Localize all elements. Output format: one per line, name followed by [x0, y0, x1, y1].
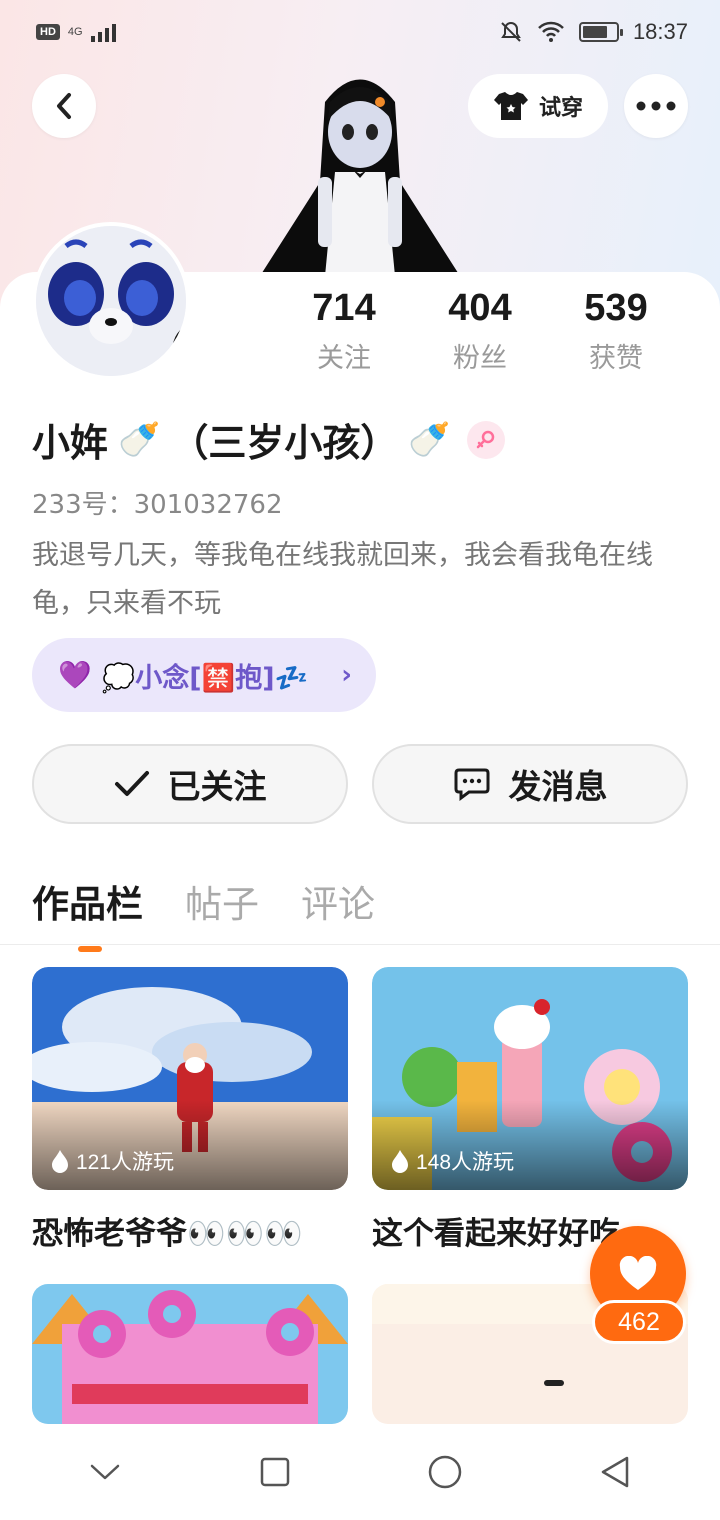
heart-icon: 💜	[58, 660, 92, 691]
try-on-label: 试穿	[538, 96, 583, 121]
game-card[interactable]: 148人游玩	[372, 967, 688, 1190]
checkmark-icon	[114, 771, 149, 796]
send-message-button[interactable]: 发消息	[372, 744, 688, 824]
stat-value: 404	[448, 287, 512, 329]
play-count-label: 121人游玩	[76, 1151, 175, 1174]
flame-icon	[52, 1150, 68, 1173]
tabs-divider	[0, 944, 720, 945]
avatar[interactable]	[32, 222, 190, 380]
avatar-image	[36, 226, 186, 376]
recent-apps-button[interactable]	[245, 1442, 305, 1502]
chat-bubble-icon	[454, 768, 489, 801]
play-count-label: 148人游玩	[416, 1151, 515, 1174]
play-count: 121人游玩	[50, 1146, 174, 1176]
profile-tabs: 作品栏 帖子 评论	[32, 874, 375, 952]
stat-value: 539	[584, 287, 648, 329]
hide-keyboard-button[interactable]	[75, 1442, 135, 1502]
more-options-button[interactable]	[624, 74, 688, 138]
chevron-down-icon	[90, 1464, 120, 1480]
crew-badge[interactable]: 💜 💭小念[🈲抱]💤 ›	[32, 638, 376, 712]
chevron-right-icon: ›	[341, 660, 352, 690]
like-button[interactable]: 462	[590, 1226, 686, 1344]
back-button[interactable]	[32, 74, 96, 138]
signal-icon	[90, 22, 116, 42]
battery-icon	[578, 22, 623, 42]
try-on-button[interactable]: 试穿	[468, 74, 608, 138]
female-gender-icon	[466, 420, 505, 459]
avatar-character-image	[260, 79, 460, 276]
stat-following[interactable]: 714 关注	[276, 284, 412, 375]
stat-likes[interactable]: 539 获赞	[548, 284, 684, 375]
stat-label: 粉丝	[453, 343, 507, 374]
heart-icon	[619, 1256, 657, 1290]
stat-label: 获赞	[589, 343, 643, 374]
game-title[interactable]: 恐怖老爷爷👀👀👀	[32, 1208, 348, 1253]
hd-indicator: HD	[36, 24, 60, 40]
more-icon	[636, 101, 676, 111]
tshirt-icon	[493, 92, 528, 120]
bio-text: 我退号几天，等我龟在线我就回来，我会看我龟在线龟，只来看不玩	[32, 540, 653, 619]
tab-works[interactable]: 作品栏	[32, 874, 143, 952]
crew-label: 💭小念[🈲抱]💤	[101, 662, 309, 694]
tab-comments[interactable]: 评论	[301, 874, 375, 928]
like-count: 462	[592, 1300, 686, 1344]
followed-button[interactable]: 已关注	[32, 744, 348, 824]
stat-label: 关注	[317, 343, 371, 374]
bottle-emoji: 🍼	[118, 419, 161, 460]
name-prefix: 小姩	[32, 421, 109, 465]
user-id: 233号：301032762	[32, 490, 283, 520]
system-navigation-bar	[0, 1424, 720, 1520]
system-back-button[interactable]	[585, 1442, 645, 1502]
back-arrow-icon	[57, 93, 71, 119]
wifi-icon	[538, 21, 564, 42]
game-card[interactable]	[32, 1284, 348, 1424]
donut-scene-image	[32, 1284, 348, 1424]
game-card[interactable]: 121人游玩	[32, 967, 348, 1190]
network-type: 4G	[67, 26, 83, 38]
name-suffix: （三岁小孩）	[170, 421, 399, 465]
bottle-emoji: 🍼	[408, 419, 451, 460]
status-bar: HD 4G 18:37	[0, 0, 720, 64]
stat-value: 714	[312, 287, 376, 329]
triangle-back-icon	[601, 1456, 629, 1488]
profile-stats: 714 关注 404 粉丝 539 获赞	[276, 284, 684, 375]
profile-name: 小姩 🍼 （三岁小孩） 🍼	[32, 412, 505, 467]
stat-followers[interactable]: 404 粉丝	[412, 284, 548, 375]
flame-icon	[392, 1150, 408, 1173]
play-count: 148人游玩	[390, 1146, 514, 1176]
clock: 18:37	[632, 19, 688, 44]
square-icon	[260, 1457, 290, 1487]
home-button[interactable]	[415, 1442, 475, 1502]
tab-posts[interactable]: 帖子	[185, 874, 259, 928]
followed-label: 已关注	[167, 767, 267, 806]
game-thumbnail: 121人游玩	[32, 967, 348, 1190]
game-thumbnail: 148人游玩	[372, 967, 688, 1190]
mute-icon	[501, 21, 521, 42]
circle-icon	[428, 1455, 462, 1489]
send-message-label: 发消息	[508, 767, 608, 806]
